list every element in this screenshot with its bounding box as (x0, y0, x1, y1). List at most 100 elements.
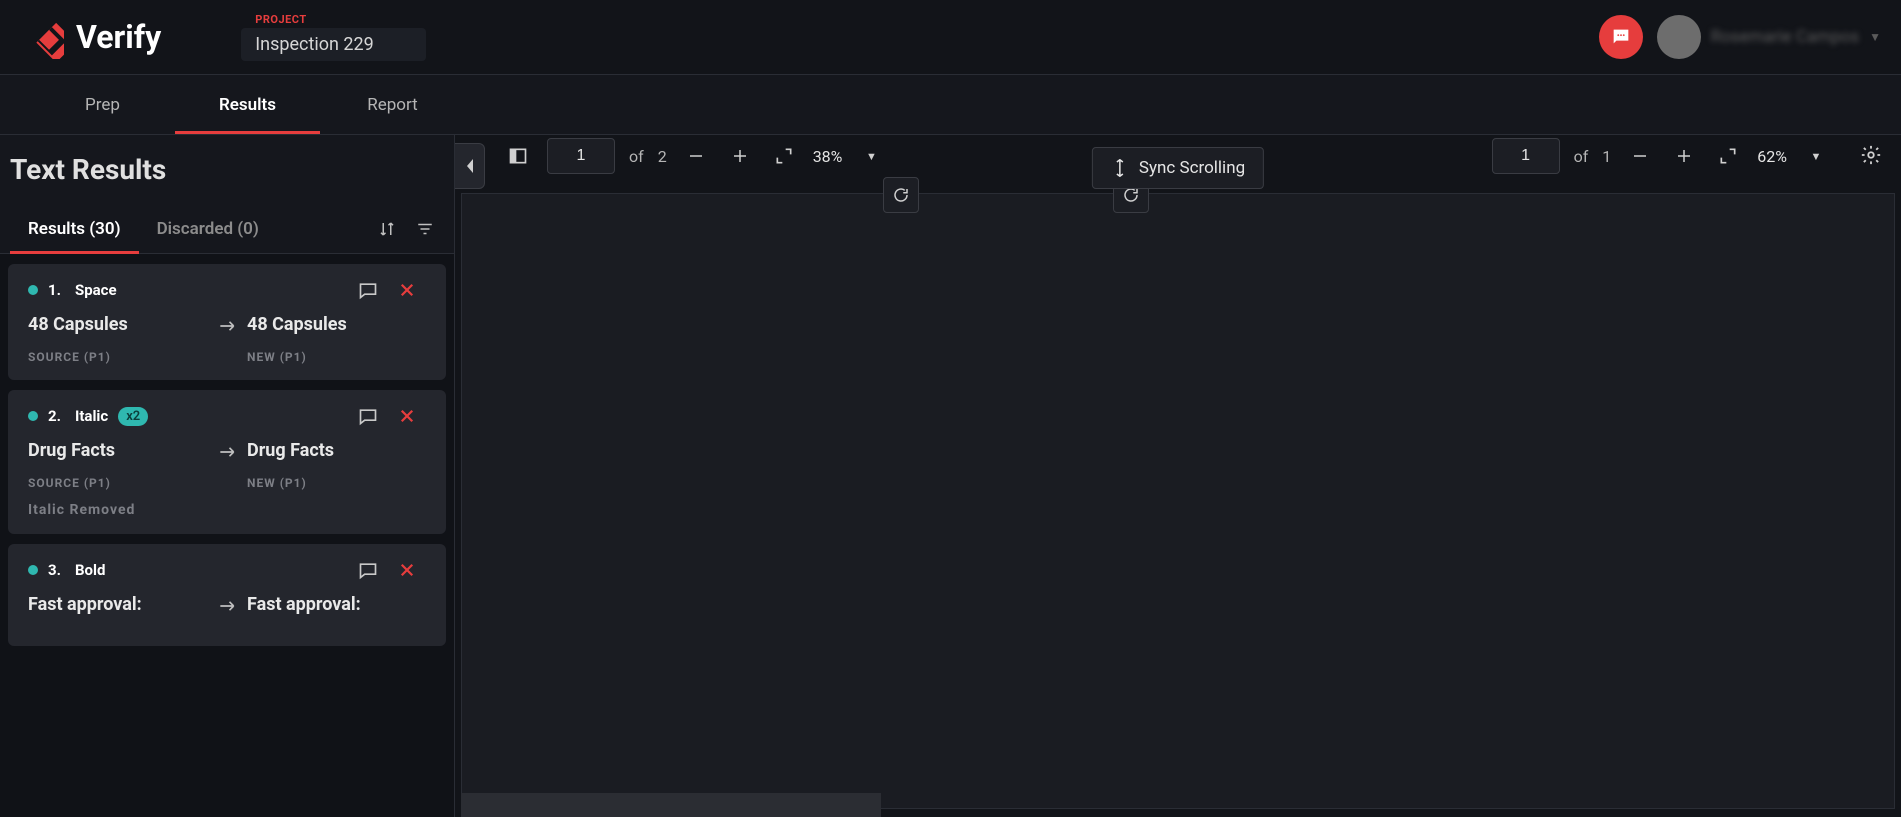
zoom-in-button[interactable] (1669, 141, 1699, 171)
left-doc-toolbar: of 2 38% ▼ (503, 135, 886, 177)
close-icon (398, 281, 416, 299)
document-canvas[interactable] (461, 193, 1895, 809)
result-type: Italic (75, 407, 108, 425)
tab-prep[interactable]: Prep (30, 75, 175, 134)
document-viewer: of 2 38% ▼ of 1 (455, 135, 1901, 817)
comment-icon (358, 406, 378, 426)
right-page-input[interactable] (1492, 138, 1560, 174)
filter-button[interactable] (406, 220, 444, 238)
source-meta: SOURCE (P1) (28, 476, 207, 490)
result-card[interactable]: 3. Bold Fast approval: Fast approval (8, 544, 446, 646)
arrow-right-icon (207, 594, 247, 616)
tab-report[interactable]: Report (320, 75, 465, 134)
arrow-right-icon (207, 440, 247, 462)
logo: Verify (20, 15, 161, 59)
fit-icon (774, 146, 794, 166)
close-icon (398, 561, 416, 579)
sort-icon (378, 220, 396, 238)
zoom-dropdown[interactable]: ▼ (1801, 141, 1831, 171)
zoom-dropdown[interactable]: ▼ (856, 141, 886, 171)
plus-icon (1675, 147, 1693, 165)
zoom-out-button[interactable] (681, 141, 711, 171)
logo-text: Verify (76, 18, 161, 56)
status-dot-icon (28, 411, 38, 421)
status-dot-icon (28, 285, 38, 295)
of-label: of (1574, 147, 1589, 166)
chevron-down-icon: ▼ (1869, 30, 1881, 44)
sync-label: Sync Scrolling (1139, 158, 1245, 178)
chat-button[interactable] (1599, 15, 1643, 59)
sub-tab-discarded[interactable]: Discarded (0) (139, 204, 277, 253)
result-card[interactable]: 1. Space 48 Capsules 48 Capsules (8, 264, 446, 380)
project-name: Inspection 229 (241, 28, 426, 61)
new-text: Fast approval: (247, 594, 426, 615)
rotate-icon (892, 186, 910, 204)
panel-icon (508, 146, 528, 166)
right-total-pages: 1 (1602, 147, 1611, 166)
settings-button[interactable] (1855, 139, 1887, 171)
source-text: 48 Capsules (28, 314, 207, 335)
project-selector[interactable]: PROJECT Inspection 229 (241, 13, 426, 61)
fit-button[interactable] (1713, 141, 1743, 171)
main-tabs: Prep Results Report (0, 75, 1901, 135)
comment-button[interactable] (348, 560, 388, 580)
rotate-left-doc-button[interactable] (883, 177, 919, 213)
source-text: Drug Facts (28, 440, 207, 461)
tab-results[interactable]: Results (175, 75, 320, 134)
sort-button[interactable] (368, 220, 406, 238)
panel-toggle-button[interactable] (503, 141, 533, 171)
of-label: of (629, 147, 644, 166)
sync-scrolling-button[interactable]: Sync Scrolling (1092, 147, 1264, 189)
results-sub-tabs: Results (30) Discarded (0) (0, 204, 454, 254)
new-text: 48 Capsules (247, 314, 426, 335)
source-text: Fast approval: (28, 594, 207, 615)
status-dot-icon (28, 565, 38, 575)
chevron-down-icon: ▼ (866, 150, 877, 163)
results-list[interactable]: 1. Space 48 Capsules 48 Capsules (0, 254, 454, 817)
project-label: PROJECT (241, 13, 426, 26)
source-meta: SOURCE (P1) (28, 350, 207, 364)
left-zoom-level: 38% (813, 147, 843, 166)
plus-icon (731, 147, 749, 165)
comment-button[interactable] (348, 406, 388, 426)
filter-icon (416, 220, 434, 238)
left-page-input[interactable] (547, 138, 615, 174)
right-zoom-level: 62% (1757, 147, 1787, 166)
chevron-down-icon: ▼ (1811, 150, 1822, 163)
sub-tab-results[interactable]: Results (30) (10, 204, 139, 253)
avatar (1657, 15, 1701, 59)
zoom-in-button[interactable] (725, 141, 755, 171)
discard-button[interactable] (388, 407, 426, 425)
close-icon (398, 407, 416, 425)
fit-button[interactable] (769, 141, 799, 171)
comment-button[interactable] (348, 280, 388, 300)
result-index: 1. (48, 281, 61, 299)
username: Rosemarie Campos (1711, 27, 1859, 47)
collapse-sidebar-button[interactable] (455, 143, 485, 189)
minus-icon (1631, 147, 1649, 165)
minus-icon (687, 147, 705, 165)
fit-icon (1718, 146, 1738, 166)
user-menu[interactable]: Rosemarie Campos ▼ (1657, 15, 1881, 59)
comment-icon (358, 560, 378, 580)
new-meta: NEW (P1) (247, 350, 426, 364)
result-type: Bold (75, 561, 105, 579)
sidebar-title: Text Results (0, 135, 454, 204)
chat-icon (1610, 26, 1632, 48)
sync-icon (1111, 159, 1129, 177)
body: Text Results Results (30) Discarded (0) … (0, 135, 1901, 817)
chevron-left-icon (465, 159, 475, 173)
new-meta: NEW (P1) (247, 476, 426, 490)
gear-icon (1860, 144, 1882, 166)
result-card[interactable]: 2. Italic x2 Drug Facts Dr (8, 390, 446, 534)
logo-icon (20, 15, 64, 59)
app-header: Verify PROJECT Inspection 229 Rosemarie … (0, 0, 1901, 75)
right-doc-toolbar: of 1 62% ▼ (1492, 135, 1831, 177)
zoom-out-button[interactable] (1625, 141, 1655, 171)
result-index: 3. (48, 561, 61, 579)
discard-button[interactable] (388, 561, 426, 579)
new-text: Drug Facts (247, 440, 426, 461)
left-total-pages: 2 (658, 147, 667, 166)
result-index: 2. (48, 407, 61, 425)
discard-button[interactable] (388, 281, 426, 299)
